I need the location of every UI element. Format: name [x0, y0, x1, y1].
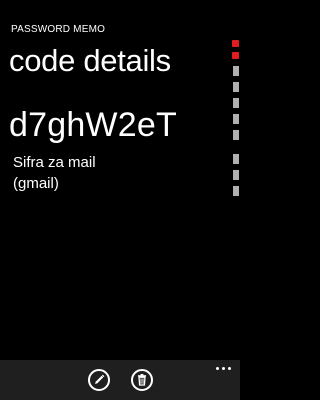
application-bar [0, 360, 240, 400]
edge-tick [233, 170, 239, 180]
description-line-1: Sifra za mail [13, 154, 96, 171]
more-dots-icon[interactable] [216, 365, 232, 373]
next-pivot-edge [232, 36, 240, 196]
edge-tick [233, 154, 239, 164]
page-title: code details [9, 43, 171, 78]
edge-tick [233, 82, 239, 92]
edge-tick [233, 130, 239, 140]
delete-button[interactable] [131, 369, 153, 391]
edge-marker [232, 52, 239, 59]
edge-tick [233, 114, 239, 124]
edit-icon [95, 374, 105, 384]
code-value: d7ghW2eT [9, 106, 177, 144]
edge-tick [233, 66, 239, 76]
edge-tick [233, 98, 239, 108]
description-line-2: (gmail) [13, 175, 59, 192]
app-title: PASSWORD MEMO [11, 24, 106, 35]
edge-marker [232, 40, 239, 47]
code-description: Sifra za mail (gmail) [13, 152, 203, 194]
edge-tick [233, 186, 239, 196]
delete-icon [138, 374, 146, 386]
edit-button[interactable] [88, 369, 110, 391]
